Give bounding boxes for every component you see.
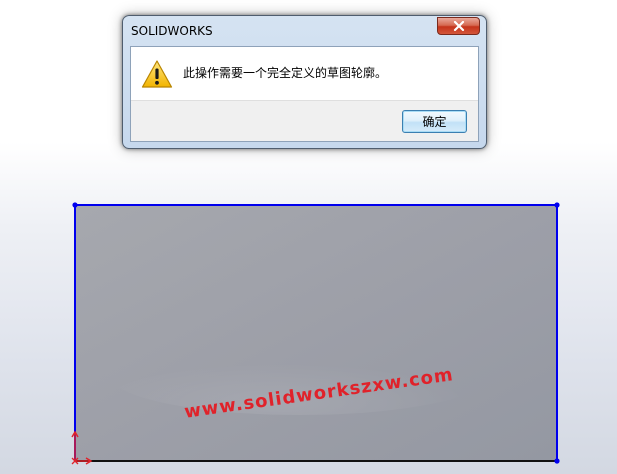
sketch-point-top-left[interactable] bbox=[72, 202, 78, 208]
warning-icon bbox=[141, 60, 173, 88]
close-icon bbox=[453, 21, 464, 31]
dialog-button-bar: 确定 bbox=[131, 100, 478, 141]
dialog-title: SOLIDWORKS bbox=[131, 24, 213, 38]
message-dialog[interactable]: SOLIDWORKS 此操作需要一个完全定义的草图轮廓。 确定 bbox=[122, 15, 487, 149]
close-button[interactable] bbox=[437, 17, 480, 35]
sketch-region[interactable] bbox=[75, 205, 557, 461]
ok-button[interactable]: 确定 bbox=[402, 110, 467, 133]
dialog-message: 此操作需要一个完全定义的草图轮廓。 bbox=[183, 66, 388, 80]
sketch-point-bottom-right[interactable] bbox=[554, 458, 560, 464]
dialog-body: 此操作需要一个完全定义的草图轮廓。 确定 bbox=[130, 46, 479, 142]
sketch-point-top-right[interactable] bbox=[554, 202, 560, 208]
